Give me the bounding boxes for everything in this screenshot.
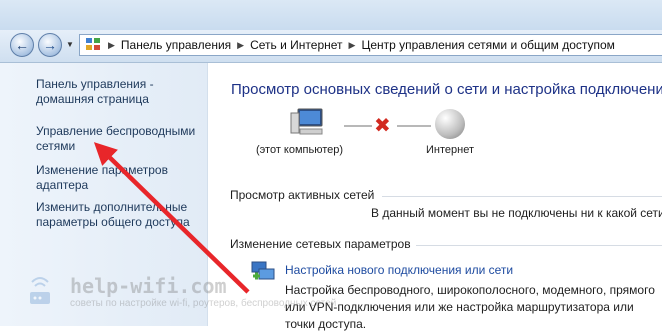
sidebar-link-manage-wireless[interactable]: Управление беспроводными сетями	[36, 124, 206, 154]
back-button[interactable]: ←	[10, 33, 34, 57]
forward-arrow-icon: →	[43, 37, 57, 53]
forward-button[interactable]: →	[38, 33, 62, 57]
link-text: Управление беспроводными	[36, 124, 196, 138]
change-settings-heading: Изменение сетевых параметров	[230, 237, 411, 251]
site-watermark: help-wifi.com советы по настройке wi-fi,…	[28, 268, 336, 326]
sidebar-link-adapter-settings[interactable]: Изменение параметров адаптера	[36, 163, 206, 193]
watermark-brand: help-wifi.com	[70, 274, 227, 298]
active-networks-heading: Просмотр активных сетей	[230, 188, 375, 202]
watermark-tagline: советы по настройке wi-fi, роутеров, бес…	[70, 298, 337, 309]
computer-icon[interactable]	[290, 107, 326, 139]
breadcrumb-control-panel[interactable]: Панель управления	[121, 38, 231, 52]
chevron-right-icon[interactable]: ▶	[108, 40, 115, 51]
setup-new-connection-description: Настройка беспроводного, широкополосного…	[285, 283, 655, 331]
back-arrow-icon: ←	[15, 37, 29, 53]
no-connection-message: В данный момент вы не подключены ни к ка…	[371, 206, 662, 220]
link-text: адаптера	[36, 178, 89, 192]
control-panel-icon	[86, 38, 102, 52]
section-divider	[382, 196, 662, 197]
setup-new-connection-link[interactable]: Настройка нового подключения или сети	[285, 263, 513, 277]
breadcrumb-network-center[interactable]: Центр управления сетями и общим доступом	[361, 38, 615, 52]
address-bar[interactable]: ▶ Панель управления ▶ Сеть и Интернет ▶ …	[79, 34, 662, 56]
computer-label: (этот компьютер)	[256, 144, 344, 156]
link-text: сетями	[36, 139, 76, 153]
link-text: Панель управления -	[36, 77, 154, 91]
link-text: домашняя страница	[36, 92, 149, 106]
link-text: Изменение параметров	[36, 163, 168, 177]
section-divider	[416, 245, 662, 246]
connection-line	[397, 125, 431, 127]
chevron-right-icon[interactable]: ▶	[349, 40, 356, 51]
sidebar-link-sharing-settings[interactable]: Изменить дополнительные параметры общего…	[36, 200, 206, 230]
link-text: Изменить дополнительные	[36, 200, 188, 214]
page-title: Просмотр основных сведений о сети и наст…	[231, 81, 662, 98]
breadcrumb-network-internet[interactable]: Сеть и Интернет	[250, 38, 342, 52]
window-title-bar	[0, 0, 662, 30]
chevron-right-icon[interactable]: ▶	[237, 40, 244, 51]
recent-pages-dropdown-icon[interactable]: ▼	[66, 40, 74, 49]
connection-line	[344, 125, 372, 127]
internet-globe-icon[interactable]	[435, 109, 465, 139]
internet-label: Интернет	[426, 144, 474, 156]
navigation-toolbar: ← → ▼ ▶ Панель управления ▶ Сеть и Интер…	[0, 30, 662, 63]
router-icon	[30, 277, 50, 304]
sidebar-link-control-panel-home[interactable]: Панель управления - домашняя страница	[36, 77, 206, 107]
link-text: параметры общего доступа	[36, 215, 190, 229]
no-connection-x-icon[interactable]: ✖	[374, 113, 391, 138]
